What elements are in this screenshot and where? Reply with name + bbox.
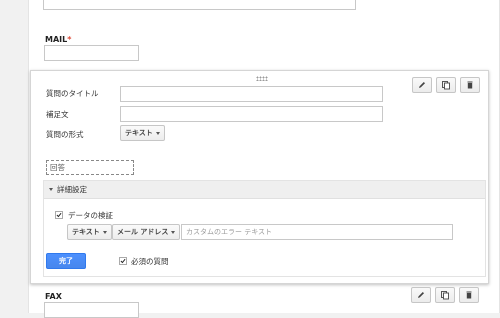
previous-answer-field[interactable] [43, 0, 356, 10]
fax-question-label: FAX [45, 292, 62, 301]
checkmark-icon [120, 258, 126, 264]
trash-icon [467, 81, 473, 89]
drag-handle[interactable] [256, 76, 268, 81]
duplicate-button[interactable] [436, 77, 456, 93]
pencil-icon [419, 82, 425, 88]
answer-preview-box: 回答 [46, 160, 134, 175]
advanced-settings-panel: 詳細設定 データの検証 テキスト メール アドレス カスタムのエラー テキスト [43, 180, 486, 277]
duplicate-button[interactable] [435, 287, 455, 303]
help-text-label: 補足文 [46, 110, 69, 119]
chevron-down-icon [102, 230, 107, 234]
required-checkbox[interactable] [119, 257, 127, 265]
question-type-label: 質問の形式 [46, 130, 84, 139]
done-button[interactable]: 完了 [46, 253, 86, 269]
custom-error-placeholder: カスタムのエラー テキスト [186, 228, 273, 236]
trash-icon [466, 291, 472, 299]
delete-button[interactable] [459, 287, 479, 303]
custom-error-text-input[interactable]: カスタムのエラー テキスト [181, 224, 453, 240]
question-title-input[interactable] [120, 86, 383, 102]
required-label: 必須の質問 [131, 257, 169, 266]
edit-button[interactable] [411, 287, 431, 303]
chevron-down-icon [155, 131, 160, 135]
question-type-dropdown[interactable]: テキスト [120, 125, 165, 141]
pencil-icon [418, 292, 424, 298]
edit-button[interactable] [412, 77, 432, 93]
fax-answer-field[interactable] [44, 302, 139, 318]
question-editor-card: 質問のタイトル 補足文 質問の形式 テキスト 回答 詳細設定 データの検証 テキ… [30, 70, 489, 284]
checkmark-icon [56, 212, 62, 218]
validation-rule-value: メール アドレス [117, 228, 169, 236]
validation-type-value: テキスト [72, 228, 100, 236]
done-button-label: 完了 [59, 257, 73, 265]
required-asterisk: * [67, 35, 72, 44]
chevron-down-icon [171, 230, 176, 234]
validation-rule-dropdown[interactable]: メール アドレス [112, 224, 181, 240]
validation-type-dropdown[interactable]: テキスト [67, 224, 112, 240]
mail-question-label: MAIL* [45, 35, 71, 44]
duplicate-icon [441, 291, 449, 300]
triangle-down-icon [49, 188, 53, 191]
advanced-settings-header[interactable]: 詳細設定 [44, 181, 485, 199]
answer-label: 回答 [50, 163, 65, 172]
question-type-value: テキスト [125, 129, 153, 137]
mail-label-text: MAIL [45, 35, 68, 44]
question-title-label: 質問のタイトル [46, 89, 99, 98]
duplicate-icon [442, 81, 450, 90]
help-text-input[interactable] [120, 106, 383, 122]
mail-answer-field[interactable] [44, 45, 139, 61]
advanced-settings-label: 詳細設定 [57, 185, 87, 194]
delete-button[interactable] [460, 77, 480, 93]
data-validation-label: データの検証 [68, 211, 113, 220]
data-validation-checkbox[interactable] [55, 211, 63, 219]
